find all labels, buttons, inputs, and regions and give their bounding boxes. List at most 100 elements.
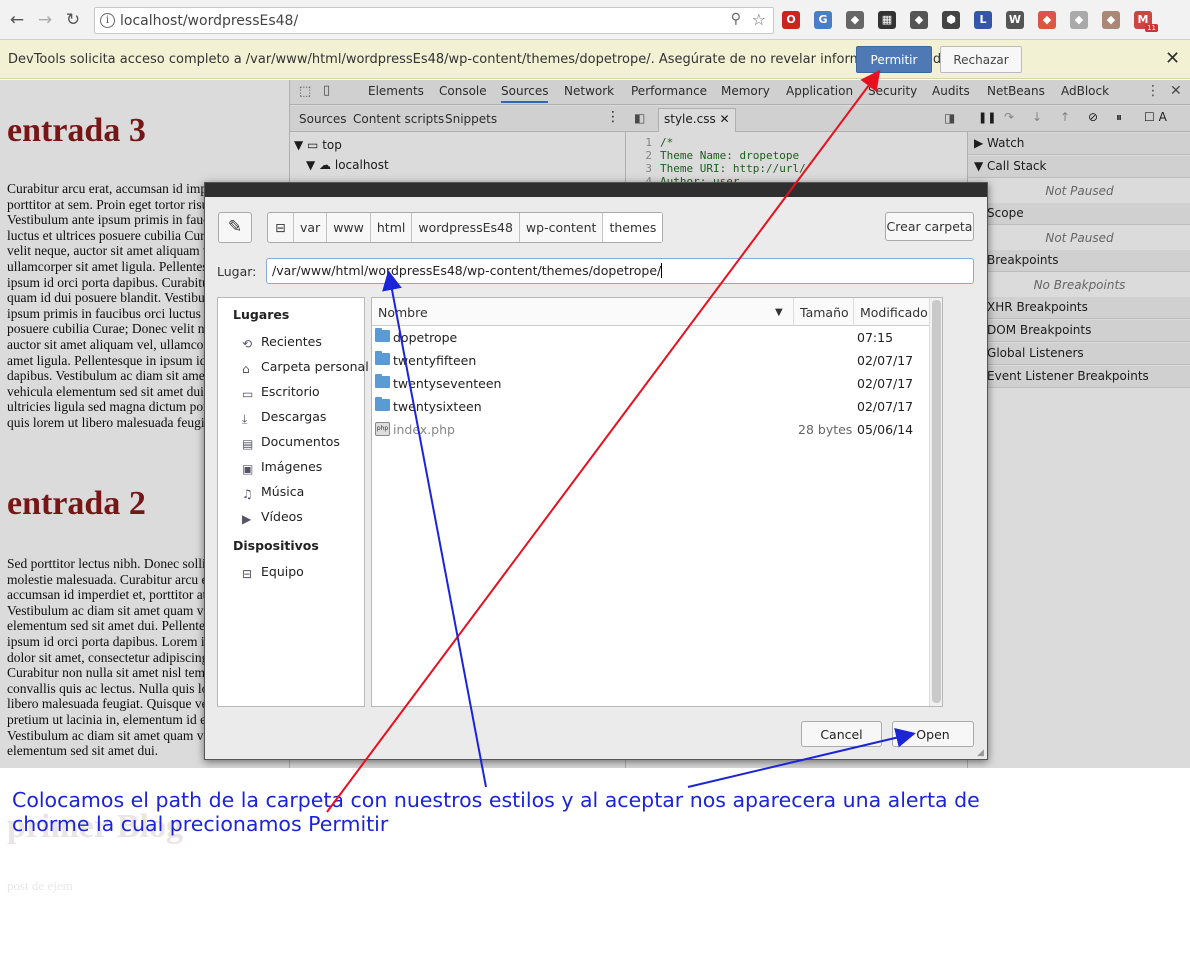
- php-file-icon: php: [375, 422, 390, 436]
- gmail-badge: 11: [1145, 24, 1158, 32]
- place-label: Escritorio: [261, 384, 320, 399]
- extension-icon[interactable]: ◆: [1038, 11, 1056, 29]
- place-recent[interactable]: ⟲ Recientes: [242, 334, 322, 354]
- cube-icon[interactable]: ⬢: [942, 11, 960, 29]
- place-music[interactable]: ♫ Música: [242, 484, 304, 504]
- place-label: Recientes: [261, 334, 322, 349]
- file-list: Nombre ▼ Tamaño Modificado dopetrope 07:1…: [371, 297, 943, 707]
- file-row[interactable]: twentyseventeen 02/07/17: [372, 372, 929, 395]
- sort-down-icon[interactable]: ▼: [775, 307, 783, 318]
- browser-toolbar: ← → ↻ i localhost/wordpressEs48/ ⚲ ☆ O G ◆…: [0, 0, 1190, 40]
- music-icon: ♫: [242, 487, 253, 501]
- place-downloads[interactable]: ⤓ Descargas: [242, 409, 326, 429]
- wordpress-icon[interactable]: W: [1006, 11, 1024, 29]
- annotation-area: primer Blog post de ejem Colocamos el pa…: [0, 768, 1190, 961]
- place-videos[interactable]: ▶ Vídeos: [242, 509, 303, 529]
- column-size[interactable]: Tamaño: [800, 305, 849, 320]
- allow-button[interactable]: Permitir: [856, 46, 932, 73]
- videos-icon: ▶: [242, 512, 252, 526]
- recent-icon: ⟲: [242, 337, 253, 351]
- file-list-scrollbar[interactable]: [929, 298, 942, 706]
- place-pictures[interactable]: ▣ Imágenes: [242, 459, 322, 479]
- drive-icon: ⊟: [242, 567, 253, 581]
- file-modified: 02/07/17: [857, 399, 914, 414]
- desktop-icon: ▭: [242, 387, 254, 401]
- file-name: twentyseventeen: [393, 376, 502, 391]
- faded-post-text: post de ejem: [7, 878, 73, 893]
- file-row[interactable]: php index.php 28 bytes 05/06/14: [372, 418, 929, 441]
- breadcrumb-var[interactable]: var: [294, 213, 328, 242]
- pictures-icon: ▣: [242, 462, 254, 476]
- home-folder-icon: ⌂: [242, 362, 250, 376]
- hard-drive-icon[interactable]: ⊟: [268, 213, 294, 242]
- li-icon[interactable]: L: [974, 11, 992, 29]
- file-modified: 05/06/14: [857, 422, 914, 437]
- place-label: Imágenes: [261, 459, 323, 474]
- cancel-button[interactable]: Cancel: [801, 721, 882, 747]
- extension-icon[interactable]: ◆: [1070, 11, 1088, 29]
- file-row[interactable]: twentysixteen 02/07/17: [372, 395, 929, 418]
- back-arrow-icon[interactable]: ←: [6, 9, 28, 31]
- forward-arrow-icon[interactable]: →: [34, 9, 56, 31]
- address-bar[interactable]: i localhost/wordpressEs48/ ⚲ ☆: [94, 7, 774, 34]
- translate-icon[interactable]: G: [814, 11, 832, 29]
- file-row[interactable]: twentyfifteen 02/07/17: [372, 349, 929, 372]
- address-url: localhost/wordpressEs48/: [120, 13, 299, 29]
- close-icon[interactable]: ✕: [1165, 48, 1180, 69]
- infobar-message: DevTools solicita acceso completo a /var…: [8, 52, 984, 67]
- location-input[interactable]: /var/www/html/wordpressEs48/wp-content/t…: [266, 258, 974, 284]
- place-label: Carpeta personal: [261, 359, 369, 374]
- breadcrumb-wp-content[interactable]: wp-content: [520, 213, 604, 242]
- file-row[interactable]: dopetrope 07:15: [372, 326, 929, 349]
- deny-button[interactable]: Rechazar: [940, 46, 1022, 73]
- annotation-text: Colocamos el path de la carpeta con nues…: [12, 788, 980, 836]
- file-modified: 02/07/17: [857, 353, 914, 368]
- file-list-header: Nombre ▼ Tamaño Modificado: [372, 298, 929, 326]
- extension-icon[interactable]: ◆: [910, 11, 928, 29]
- devices-header: Dispositivos: [233, 538, 319, 553]
- reload-icon[interactable]: ↻: [62, 9, 84, 31]
- column-name[interactable]: Nombre: [378, 305, 428, 320]
- place-label: Documentos: [261, 434, 340, 449]
- folder-icon: [375, 397, 390, 411]
- documents-icon: ▤: [242, 437, 254, 451]
- breadcrumb-www[interactable]: www: [327, 213, 371, 242]
- places-header: Lugares: [233, 307, 290, 322]
- film-icon[interactable]: ▦: [878, 11, 896, 29]
- create-folder-button[interactable]: Crear carpeta: [885, 212, 974, 241]
- location-label: Lugar:: [217, 264, 257, 279]
- zoom-icon[interactable]: ⚲: [731, 11, 741, 27]
- folder-icon: [375, 374, 390, 388]
- file-name: twentysixteen: [393, 399, 482, 414]
- info-icon[interactable]: i: [100, 13, 115, 28]
- file-modified: 07:15: [857, 330, 894, 345]
- pencil-icon[interactable]: ✎: [218, 212, 252, 243]
- dialog-titlebar[interactable]: [205, 183, 987, 197]
- place-documents[interactable]: ▤ Documentos: [242, 434, 340, 454]
- place-computer[interactable]: ⊟ Equipo: [242, 564, 304, 584]
- downloads-icon: ⤓: [242, 412, 248, 426]
- file-name: twentyfifteen: [393, 353, 477, 368]
- path-breadcrumb: ⊟ var www html wordpressEs48 wp-content theme…: [267, 212, 664, 243]
- folder-icon: [375, 328, 390, 342]
- place-label: Vídeos: [261, 509, 303, 524]
- place-home-folder[interactable]: ⌂ Carpeta personal: [242, 359, 369, 379]
- folder-chooser-dialog: ✎ ⊟ var www html wordpressEs48 wp-content the…: [204, 182, 988, 760]
- breadcrumb-html[interactable]: html: [371, 213, 413, 242]
- folder-icon: [375, 351, 390, 365]
- place-desktop[interactable]: ▭ Escritorio: [242, 384, 320, 404]
- extension-icon[interactable]: ◆: [1102, 11, 1120, 29]
- bookmark-star-icon[interactable]: ☆: [752, 10, 766, 29]
- breadcrumb-wordpressEs48[interactable]: wordpressEs48: [412, 213, 520, 242]
- open-button[interactable]: Open: [892, 721, 974, 747]
- opera-icon[interactable]: O: [782, 11, 800, 29]
- column-modified[interactable]: Modificado: [860, 305, 928, 320]
- file-modified: 02/07/17: [857, 376, 914, 391]
- breadcrumb-themes[interactable]: themes: [603, 213, 663, 242]
- extension-icon[interactable]: ◆: [846, 11, 864, 29]
- resize-grip-icon[interactable]: ◢: [977, 748, 984, 758]
- place-label: Equipo: [261, 564, 304, 579]
- file-size: 28 bytes: [798, 422, 853, 437]
- places-sidebar: Lugares ⟲ Recientes ⌂ Carpeta personal ▭ Escr…: [217, 297, 369, 707]
- file-name: dopetrope: [393, 330, 458, 345]
